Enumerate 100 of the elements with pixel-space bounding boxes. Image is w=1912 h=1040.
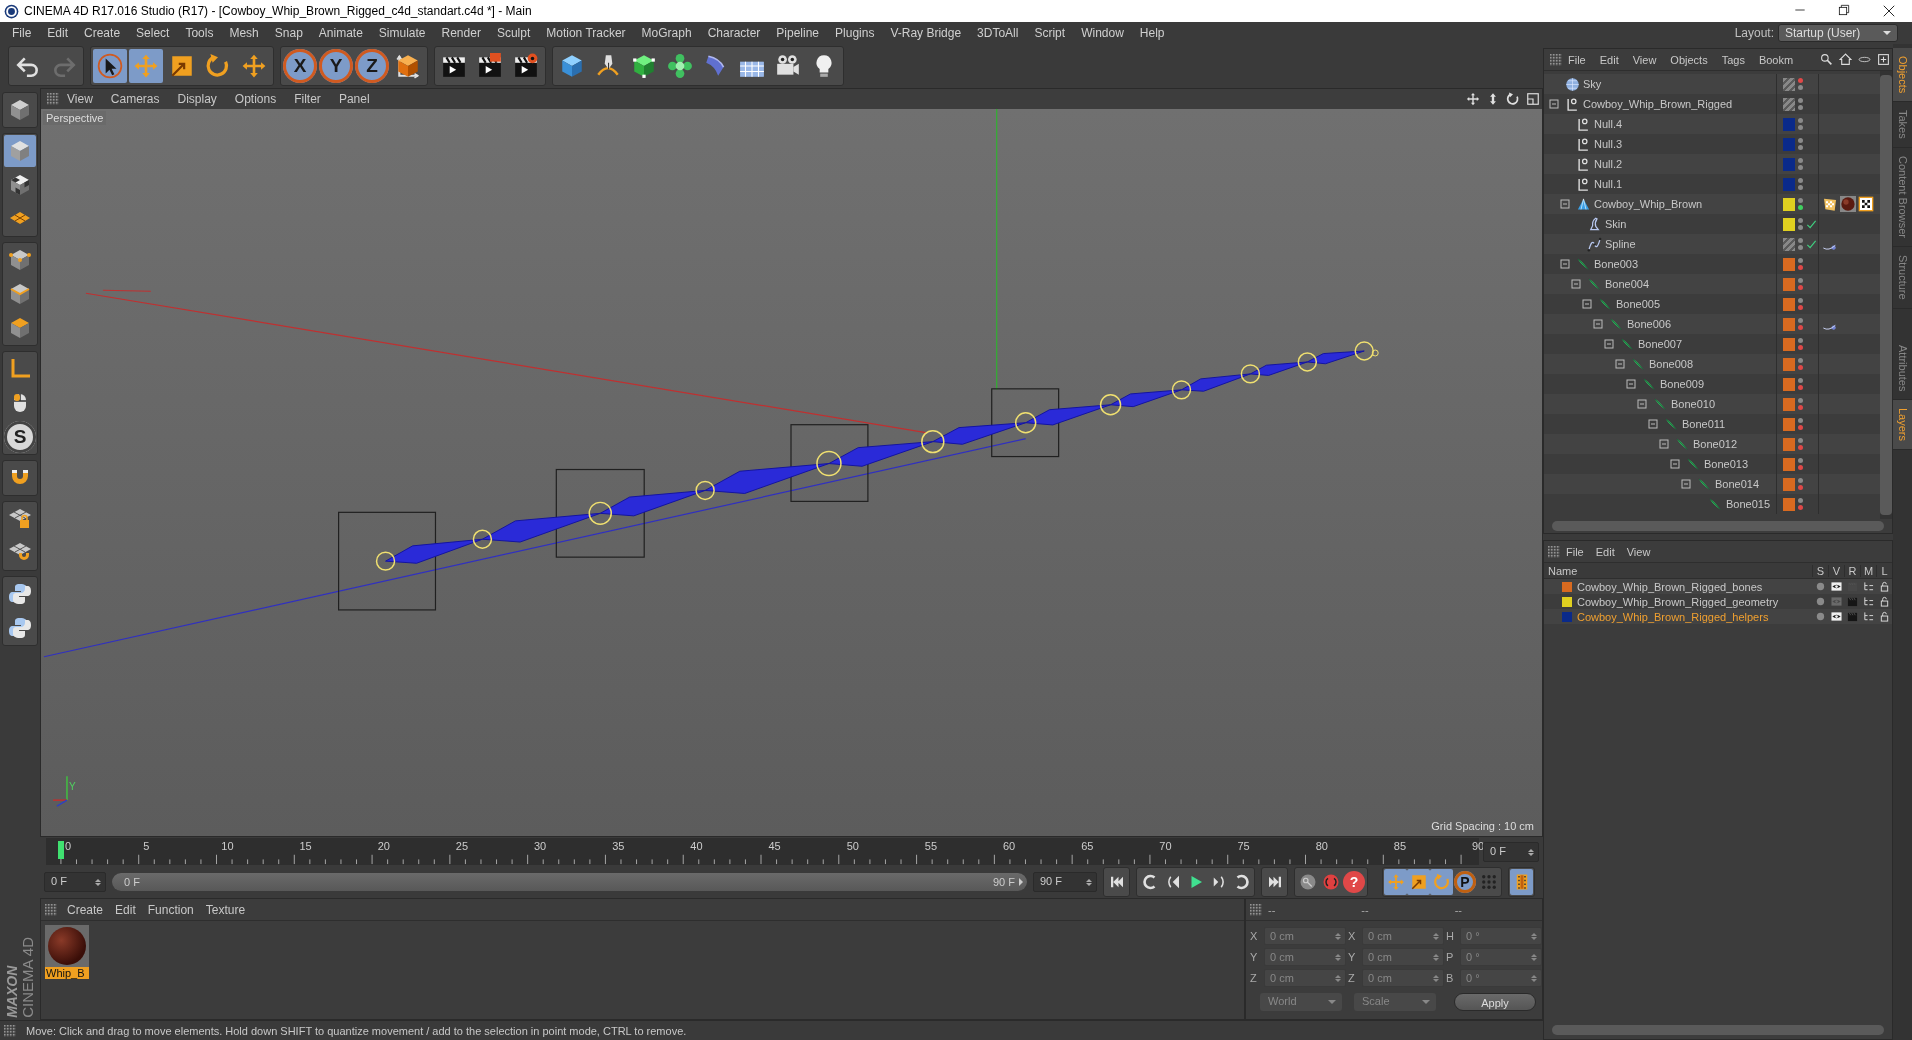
horizontal-scrollbar[interactable] xyxy=(1552,521,1884,531)
snap-button[interactable]: S xyxy=(4,421,36,453)
menu-item[interactable]: Help xyxy=(1131,26,1173,40)
collapse-icon[interactable] xyxy=(1603,338,1615,350)
menu-item[interactable]: Texture xyxy=(199,902,252,917)
layer-swatch[interactable] xyxy=(1783,357,1795,371)
collapse-icon[interactable] xyxy=(1592,318,1604,330)
editor-visibility-dot[interactable] xyxy=(1798,218,1803,223)
object-name[interactable]: Bone008 xyxy=(1649,358,1694,370)
menu-item[interactable]: Script xyxy=(1026,26,1074,40)
checker-tag-icon[interactable] xyxy=(1858,196,1874,212)
horizontal-scrollbar[interactable] xyxy=(1552,1025,1884,1035)
collapse-icon[interactable] xyxy=(1625,378,1637,390)
layer-swatch[interactable] xyxy=(1783,217,1795,231)
cross-arrows-icon[interactable] xyxy=(1466,92,1480,106)
layer-swatch[interactable] xyxy=(1783,257,1795,271)
menu-item[interactable]: Tools xyxy=(177,26,222,40)
menu-item[interactable]: Bookm xyxy=(1752,53,1800,66)
menu-item[interactable]: View xyxy=(1620,545,1657,558)
solo-dot-icon[interactable] xyxy=(1814,596,1826,607)
render-visibility-dot[interactable] xyxy=(1798,465,1803,470)
collapse-icon[interactable] xyxy=(1680,478,1692,490)
menu-item[interactable]: Objects xyxy=(1664,53,1714,66)
menu-item[interactable]: Filter xyxy=(286,92,329,106)
end-frame-field[interactable]: 90 F xyxy=(1033,872,1097,892)
start-frame-field[interactable]: 0 F xyxy=(44,872,106,892)
menu-item[interactable]: Render xyxy=(433,26,489,40)
editor-visibility-dot[interactable] xyxy=(1798,198,1803,203)
lock-icon[interactable] xyxy=(1878,581,1890,592)
restore-icon[interactable] xyxy=(1836,2,1852,18)
menu-item[interactable]: Snap xyxy=(266,26,311,40)
home-icon[interactable] xyxy=(1839,53,1852,66)
menu-item[interactable]: Create xyxy=(61,902,110,917)
menu-item[interactable]: Simulate xyxy=(370,26,434,40)
object-name[interactable]: Bone007 xyxy=(1638,338,1683,350)
render-visibility-dot[interactable] xyxy=(1798,285,1803,290)
editor-visibility-dot[interactable] xyxy=(1798,138,1803,143)
menu-item[interactable]: Display xyxy=(169,92,225,106)
object-name[interactable]: Bone010 xyxy=(1671,398,1716,410)
editor-visibility-dot[interactable] xyxy=(1798,278,1803,283)
layer-swatch[interactable] xyxy=(1783,77,1795,91)
menu-item[interactable]: View xyxy=(1626,53,1663,66)
render-visibility-dot[interactable] xyxy=(1798,145,1803,150)
object-name[interactable]: Null.4 xyxy=(1594,118,1623,130)
object-name[interactable]: Cowboy_Whip_Brown_Rigged xyxy=(1583,98,1733,110)
lock-icon[interactable] xyxy=(1878,611,1890,622)
editor-visibility-dot[interactable] xyxy=(1798,238,1803,243)
menu-item[interactable]: Cameras xyxy=(102,92,168,106)
render-visibility-dot[interactable] xyxy=(1798,445,1803,450)
menu-item[interactable]: Tags xyxy=(1715,53,1751,66)
collapse-icon[interactable] xyxy=(1559,198,1571,210)
editor-visibility-dot[interactable] xyxy=(1798,158,1803,163)
menu-item[interactable]: View xyxy=(59,92,101,106)
lock-icon[interactable] xyxy=(1878,596,1890,607)
render-visibility-dot[interactable] xyxy=(1798,225,1803,230)
collapse-icon[interactable] xyxy=(1658,438,1670,450)
menu-item[interactable]: Function xyxy=(141,902,200,917)
collapse-icon[interactable] xyxy=(1581,298,1593,310)
menu-item[interactable]: Edit xyxy=(1589,545,1621,558)
object-name[interactable]: Skin xyxy=(1605,218,1627,230)
object-name[interactable]: Null.3 xyxy=(1594,138,1623,150)
maximize-icon[interactable] xyxy=(1526,92,1540,106)
rotate-icon[interactable] xyxy=(1506,92,1520,106)
editor-visibility-dot[interactable] xyxy=(1798,418,1803,423)
autokey-button[interactable]: ? xyxy=(1343,871,1365,893)
axislock-button[interactable]: Z xyxy=(355,49,389,83)
layer-swatch[interactable] xyxy=(1783,337,1795,351)
solo-dot-icon[interactable] xyxy=(1814,581,1826,592)
hierarchy-icon[interactable] xyxy=(1862,581,1874,592)
editor-visibility-dot[interactable] xyxy=(1798,498,1803,503)
object-name[interactable]: Bone004 xyxy=(1605,278,1650,290)
menu-item[interactable]: Edit xyxy=(1593,53,1625,66)
collapse-icon[interactable] xyxy=(1669,458,1681,470)
layout-dropdown[interactable]: Startup (User) xyxy=(1778,24,1898,42)
side-tab[interactable]: Layers xyxy=(1893,400,1912,451)
object-name[interactable]: Bone011 xyxy=(1682,418,1726,430)
side-tab[interactable]: Takes xyxy=(1893,102,1912,149)
layer-swatch[interactable] xyxy=(1783,437,1795,451)
editor-visibility-dot[interactable] xyxy=(1798,378,1803,383)
layer-swatch[interactable] xyxy=(1783,117,1795,131)
menu-item[interactable]: 3DToAll xyxy=(969,26,1027,40)
render-visibility-dot[interactable] xyxy=(1798,85,1803,90)
object-name[interactable]: Bone005 xyxy=(1616,298,1661,310)
editor-visibility-dot[interactable] xyxy=(1798,398,1803,403)
menu-item[interactable]: File xyxy=(4,26,40,40)
clapboard-icon[interactable] xyxy=(1846,596,1858,607)
layer-swatch[interactable] xyxy=(1783,177,1795,191)
editor-visibility-dot[interactable] xyxy=(1798,358,1803,363)
material-sphere-icon[interactable] xyxy=(1840,196,1856,212)
menu-item[interactable]: Window xyxy=(1073,26,1132,40)
side-tab[interactable]: Content Browser xyxy=(1893,148,1912,247)
menu-item[interactable]: Animate xyxy=(310,26,371,40)
collapse-icon[interactable] xyxy=(1559,258,1571,270)
layer-swatch[interactable] xyxy=(1783,197,1795,211)
render-visibility-dot[interactable] xyxy=(1798,405,1803,410)
menu-item[interactable]: Mesh xyxy=(221,26,267,40)
side-tab[interactable]: Objects xyxy=(1893,48,1912,103)
menu-item[interactable]: Character xyxy=(699,26,769,40)
collapse-icon[interactable] xyxy=(1548,98,1560,110)
render-visibility-dot[interactable] xyxy=(1798,425,1803,430)
